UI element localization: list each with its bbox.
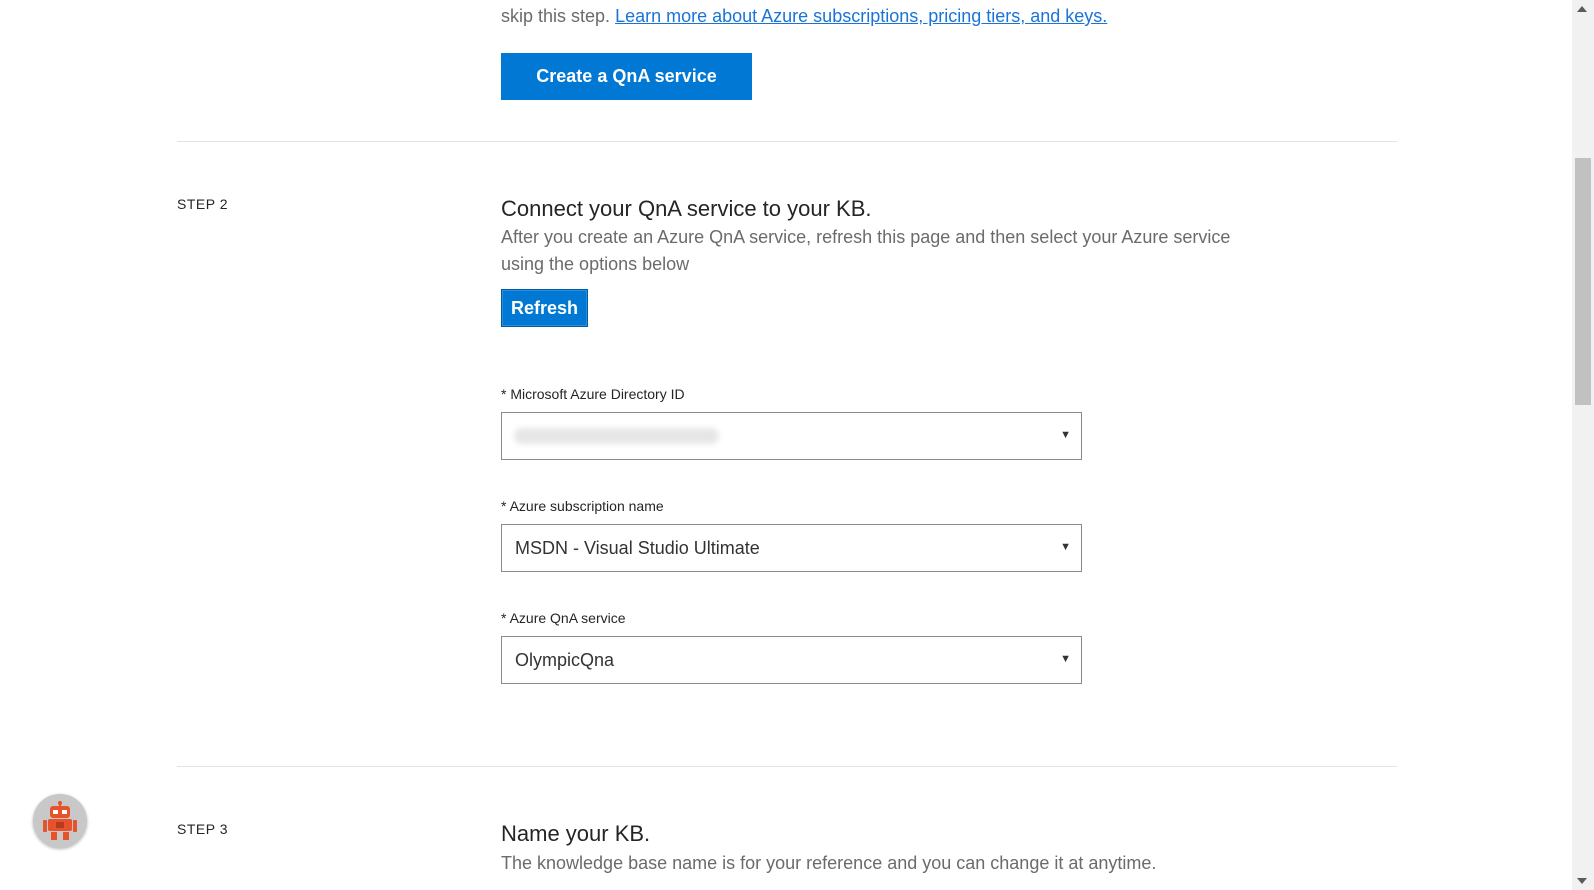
step-2-description: After you create an Azure QnA service, r… — [501, 227, 1231, 274]
learn-more-link[interactable]: Learn more about Azure subscriptions, pr… — [615, 6, 1107, 26]
step1-intro-text: skip this step. — [501, 6, 611, 26]
vertical-scrollbar[interactable] — [1572, 0, 1594, 890]
page: skip this step. Learn more about Azure s… — [0, 0, 1594, 890]
refresh-button[interactable]: Refresh — [501, 289, 588, 327]
step-3-description: The knowledge base name is for your refe… — [501, 853, 1157, 873]
qna-service-label: * Azure QnA service — [501, 610, 626, 626]
directory-id-label: * Microsoft Azure Directory ID — [501, 386, 685, 402]
subscription-name-select[interactable]: MSDN - Visual Studio Ultimate ▼ — [501, 524, 1082, 572]
section-divider — [177, 141, 1397, 142]
scroll-thumb[interactable] — [1575, 158, 1591, 405]
caret-down-icon: ▼ — [1060, 541, 1071, 553]
create-qna-service-button[interactable]: Create a QnA service — [501, 53, 752, 100]
scroll-down-icon[interactable] — [1577, 878, 1587, 884]
caret-down-icon: ▼ — [1060, 653, 1071, 665]
directory-id-select[interactable]: ▼ — [501, 412, 1082, 460]
section-divider — [177, 766, 1397, 767]
step-2-label: STEP 2 — [177, 196, 228, 212]
subscription-name-value: MSDN - Visual Studio Ultimate — [515, 538, 760, 558]
scroll-up-icon[interactable] — [1577, 6, 1587, 12]
robot-icon — [43, 801, 77, 840]
step-2-title: Connect your QnA service to your KB. — [501, 196, 872, 221]
qna-service-value: OlympicQna — [515, 650, 615, 670]
step-3-label: STEP 3 — [177, 821, 228, 837]
qna-service-select[interactable]: OlympicQna ▼ — [501, 636, 1082, 684]
chat-bot-button[interactable] — [33, 794, 87, 848]
step1-intro: skip this step. Learn more about Azure s… — [501, 6, 1107, 27]
redacted-value — [514, 428, 719, 444]
step-3-title: Name your KB. — [501, 821, 651, 846]
caret-down-icon: ▼ — [1060, 429, 1071, 441]
subscription-name-label: * Azure subscription name — [501, 498, 664, 514]
